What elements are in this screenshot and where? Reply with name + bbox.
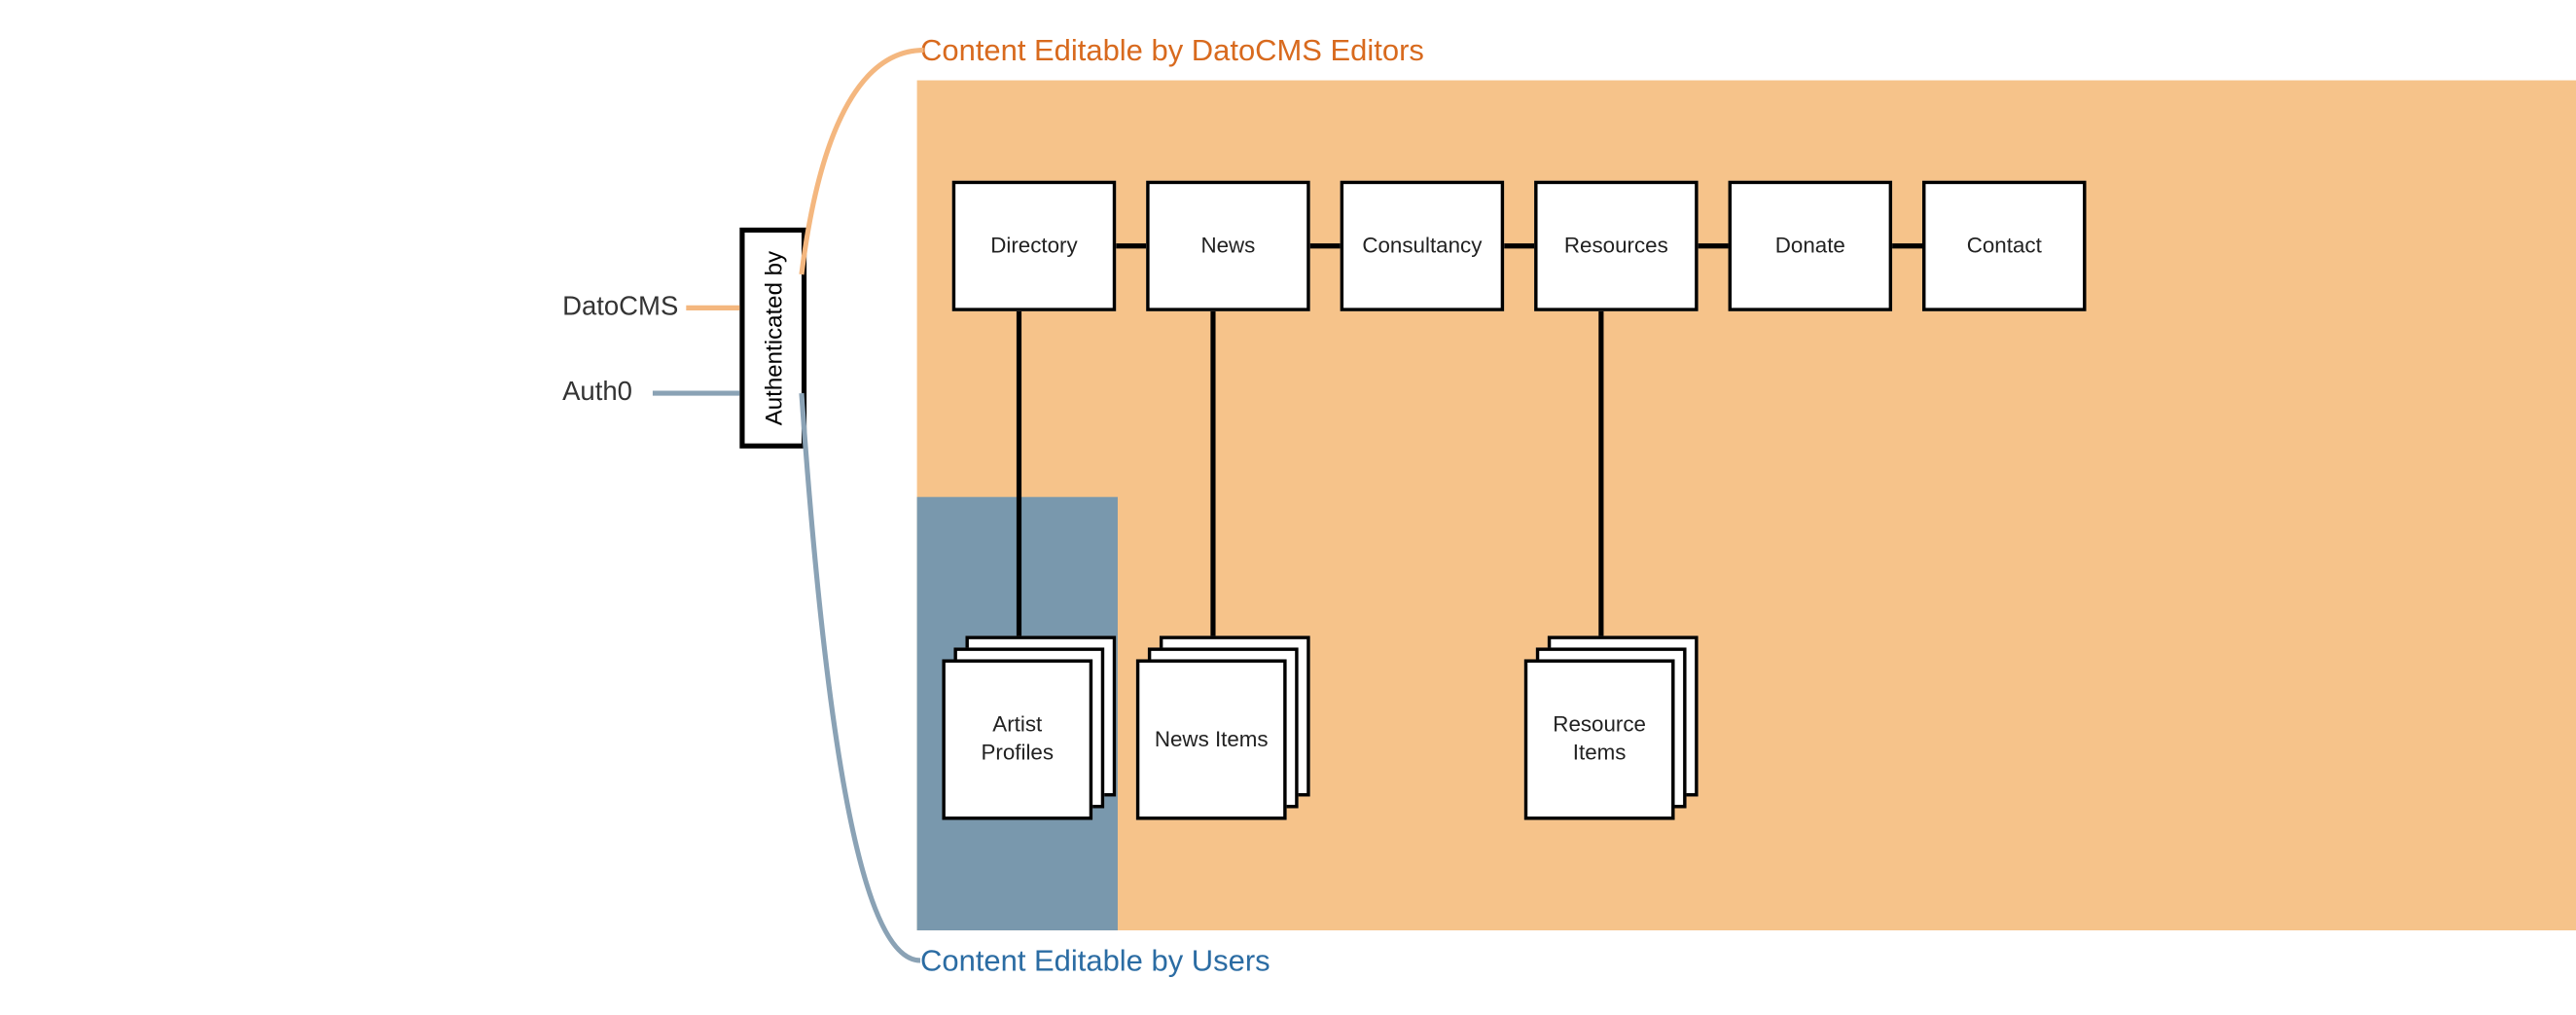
box-news: News [1146, 181, 1310, 311]
stack-front-page: Resource Items [1524, 659, 1675, 819]
box-resources: Resources [1534, 181, 1699, 311]
label-datocms: DatoCMS [562, 293, 678, 323]
label-donate: Donate [1775, 232, 1845, 260]
label-directory: Directory [990, 232, 1077, 260]
label-news-items: News Items [1155, 725, 1269, 753]
label-artist-profiles: Artist Profiles [955, 711, 1079, 768]
box-directory: Directory [952, 181, 1117, 311]
label-authenticated-by: Authenticated by [760, 251, 787, 425]
box-consultancy: Consultancy [1341, 181, 1505, 311]
label-contact: Contact [1967, 232, 2042, 260]
heading-editors-region: Content Editable by DatoCMS Editors [920, 33, 1424, 68]
stack-resource-items: Resource Items [1524, 635, 1708, 819]
box-donate: Donate [1729, 181, 1893, 311]
heading-users-region: Content Editable by Users [920, 944, 1270, 979]
label-resources: Resources [1564, 232, 1668, 260]
box-authenticated-by: Authenticated by [739, 228, 806, 449]
label-resource-items: Resource Items [1538, 711, 1662, 768]
curve-authbox-to-users-region [802, 393, 920, 961]
stack-artist-profiles: Artist Profiles [942, 635, 1126, 819]
box-contact: Contact [1922, 181, 2087, 311]
stack-front-page: Artist Profiles [942, 659, 1092, 819]
diagram-canvas: Content Editable by DatoCMS Editors Cont… [539, 0, 2576, 1014]
stack-news-items: News Items [1136, 635, 1320, 819]
curve-authbox-to-editors-region [802, 51, 924, 274]
label-news: News [1200, 232, 1255, 260]
label-auth0: Auth0 [562, 379, 632, 409]
label-consultancy: Consultancy [1362, 232, 1482, 260]
stack-front-page: News Items [1136, 659, 1287, 819]
